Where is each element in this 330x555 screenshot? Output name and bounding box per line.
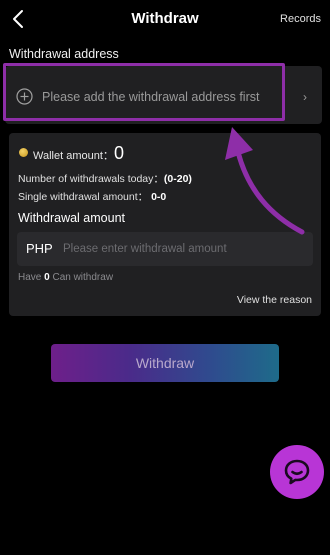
coin-icon bbox=[19, 148, 28, 157]
withdrawals-today: Number of withdrawals today：(0-20) bbox=[18, 171, 192, 186]
can-withdraw-text: Have 0 Can withdraw bbox=[18, 272, 113, 283]
chat-button[interactable] bbox=[270, 445, 324, 499]
records-link[interactable]: Records bbox=[280, 13, 321, 25]
chevron-right-icon: › bbox=[303, 90, 307, 104]
withdraw-button[interactable]: Withdraw bbox=[51, 344, 279, 382]
withdrawals-today-label: Number of withdrawals today： bbox=[18, 173, 164, 185]
can-withdraw-prefix: Have bbox=[18, 272, 45, 283]
single-withdrawal-label: Single withdrawal amount： bbox=[18, 191, 152, 203]
view-reason-link[interactable]: View the reason bbox=[237, 294, 312, 306]
header-bar: Withdraw Records bbox=[0, 0, 330, 40]
wallet-amount-value: 0 bbox=[114, 143, 125, 163]
wallet-amount-label: Wallet amount： bbox=[33, 150, 114, 162]
currency-label: PHP bbox=[26, 241, 53, 256]
single-withdrawal-amount: Single withdrawal amount： 0-0 bbox=[18, 189, 166, 204]
chat-bubble-icon bbox=[284, 459, 310, 485]
withdrawal-address-label: Withdrawal address bbox=[9, 47, 119, 61]
single-withdrawal-value: 0-0 bbox=[151, 191, 167, 203]
withdrawal-amount-input[interactable] bbox=[63, 238, 303, 260]
add-address-placeholder[interactable]: Please add the withdrawal address first bbox=[42, 90, 259, 104]
withdrawals-today-value: (0-20) bbox=[163, 173, 192, 185]
plus-circle-icon[interactable] bbox=[16, 88, 33, 105]
can-withdraw-suffix: Can withdraw bbox=[49, 272, 114, 283]
withdrawal-amount-label: Withdrawal amount bbox=[18, 211, 125, 225]
